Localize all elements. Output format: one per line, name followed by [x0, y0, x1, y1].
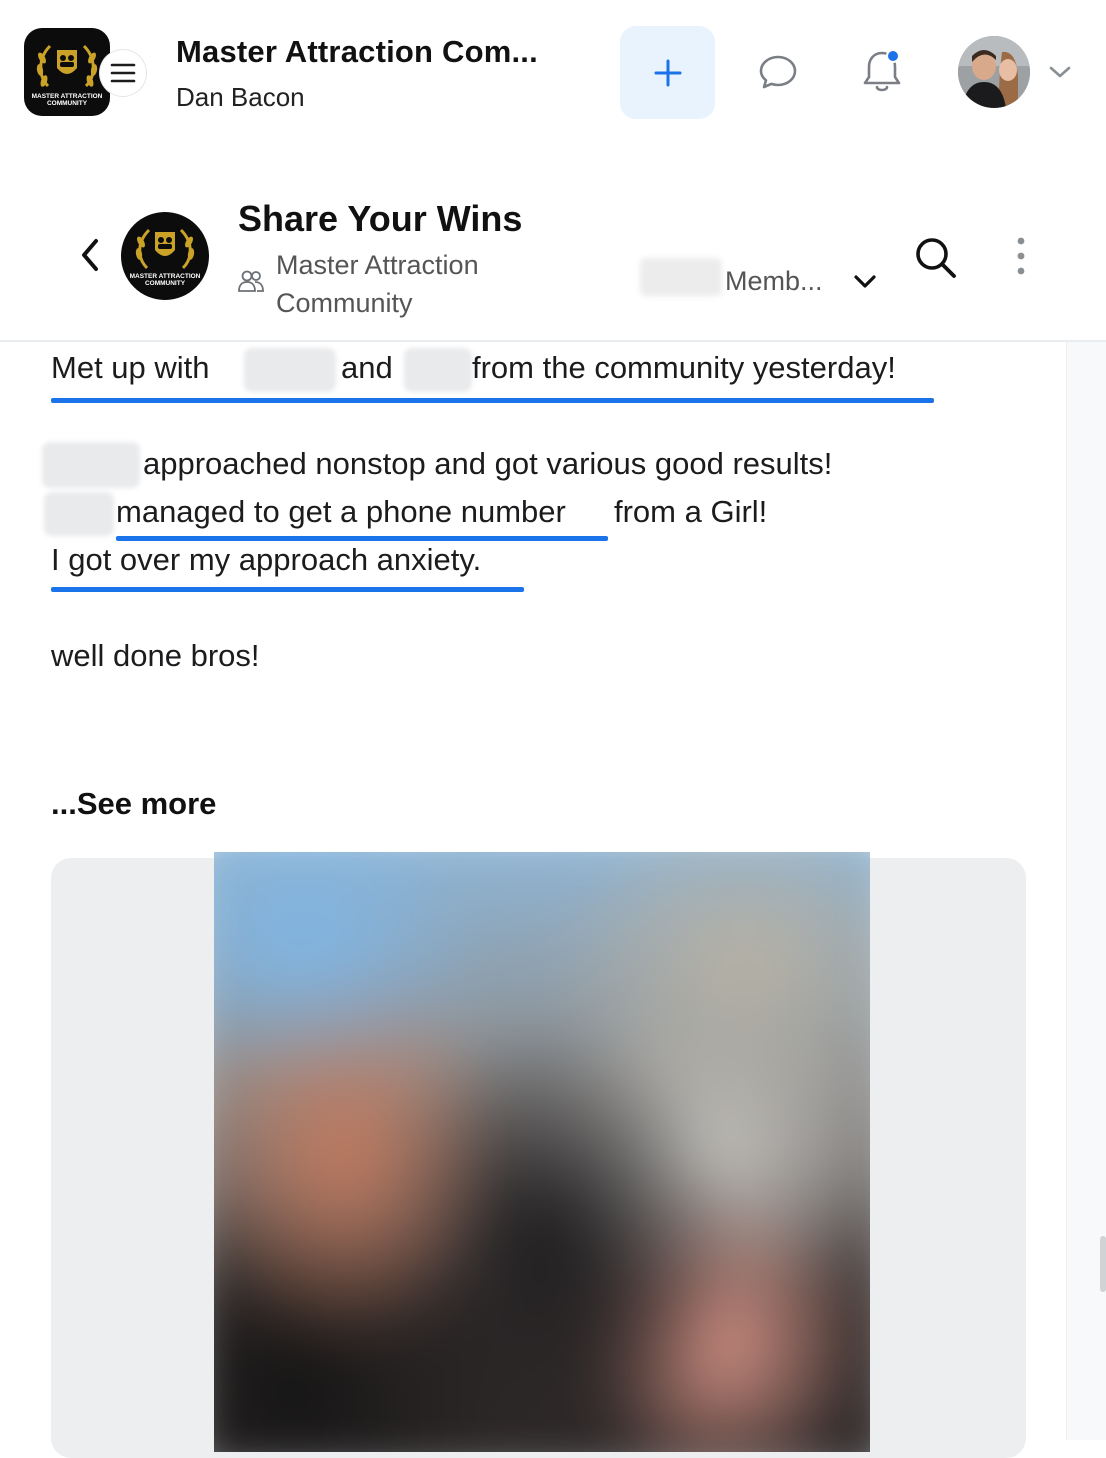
plus-icon: [654, 59, 681, 86]
post-text-line4: I got over my approach anxiety.: [51, 542, 482, 577]
post-text-line5: well done bros!: [51, 638, 260, 673]
blurred-photo: [214, 852, 870, 1452]
post-text-line3-end: from a Girl!: [614, 494, 768, 529]
hamburger-menu-icon: [110, 63, 136, 83]
laurel-crest-icon: MASTER ATTRACTION COMMUNITY: [130, 228, 201, 287]
back-button[interactable]: [70, 232, 110, 278]
highlight-underline: [51, 587, 524, 592]
vertical-dots-icon: [1017, 237, 1025, 275]
more-options-button[interactable]: [1006, 234, 1036, 278]
chat-bubble-icon: [759, 55, 797, 89]
chevron-down-icon: [854, 275, 876, 288]
avatar[interactable]: [958, 36, 1030, 108]
logo-text-line2: COMMUNITY: [145, 280, 186, 287]
space-logo: MASTER ATTRACTION COMMUNITY: [121, 212, 209, 300]
community-logo[interactable]: MASTER ATTRACTION COMMUNITY: [24, 28, 110, 116]
redacted-name: [244, 348, 336, 392]
logo-text-line2: COMMUNITY: [47, 100, 88, 107]
highlight-underline: [116, 536, 608, 541]
logo-text-line1: MASTER ATTRACTION: [32, 93, 103, 100]
highlight-underline: [51, 398, 934, 403]
chevron-left-icon: [82, 239, 98, 271]
space-header: MASTER ATTRACTION COMMUNITY Share Your W…: [0, 150, 1106, 342]
redacted-name: [404, 348, 472, 392]
members-avatars: [640, 258, 722, 296]
post-text-line2: approached nonstop and got various good …: [143, 446, 833, 481]
redacted-name: [42, 442, 140, 488]
members-icon: [236, 266, 266, 296]
user-photo: [958, 36, 1030, 108]
post-text-line1-end: from the community yesterday!: [472, 350, 896, 385]
bell-icon: [863, 49, 901, 92]
members-label[interactable]: Memb...: [725, 266, 823, 297]
space-community-link[interactable]: Master Attraction Community: [276, 246, 536, 322]
search-icon: [916, 238, 956, 278]
chevron-down-icon: [1049, 66, 1071, 78]
top-header: MASTER ATTRACTION COMMUNITY Master Attra…: [0, 0, 1106, 150]
create-button[interactable]: [620, 26, 715, 119]
notifications-button[interactable]: [856, 44, 908, 100]
redacted-name: [44, 492, 114, 536]
space-title: Share Your Wins: [238, 198, 523, 239]
scrollbar-thumb[interactable]: [1100, 1236, 1106, 1292]
laurel-crest-icon: MASTER ATTRACTION COMMUNITY: [32, 44, 103, 107]
user-name: Dan Bacon: [176, 82, 305, 112]
post-text-line3-start: managed to get a phone number: [116, 494, 566, 529]
logo-text-line1: MASTER ATTRACTION: [130, 273, 201, 280]
notification-dot: [886, 49, 900, 63]
post-text-line1-start: Met up with: [51, 350, 210, 385]
account-menu-toggle[interactable]: [1044, 58, 1076, 86]
members-dropdown[interactable]: [848, 268, 882, 296]
community-title[interactable]: Master Attraction Com...: [176, 34, 538, 70]
search-button[interactable]: [910, 232, 960, 282]
post-photo[interactable]: [214, 852, 870, 1452]
members-icon: [238, 270, 264, 292]
chat-button[interactable]: [752, 46, 804, 98]
post-text-line1-mid: and: [341, 350, 393, 385]
menu-button[interactable]: [100, 50, 146, 96]
see-more-link[interactable]: ...See more: [51, 786, 216, 822]
